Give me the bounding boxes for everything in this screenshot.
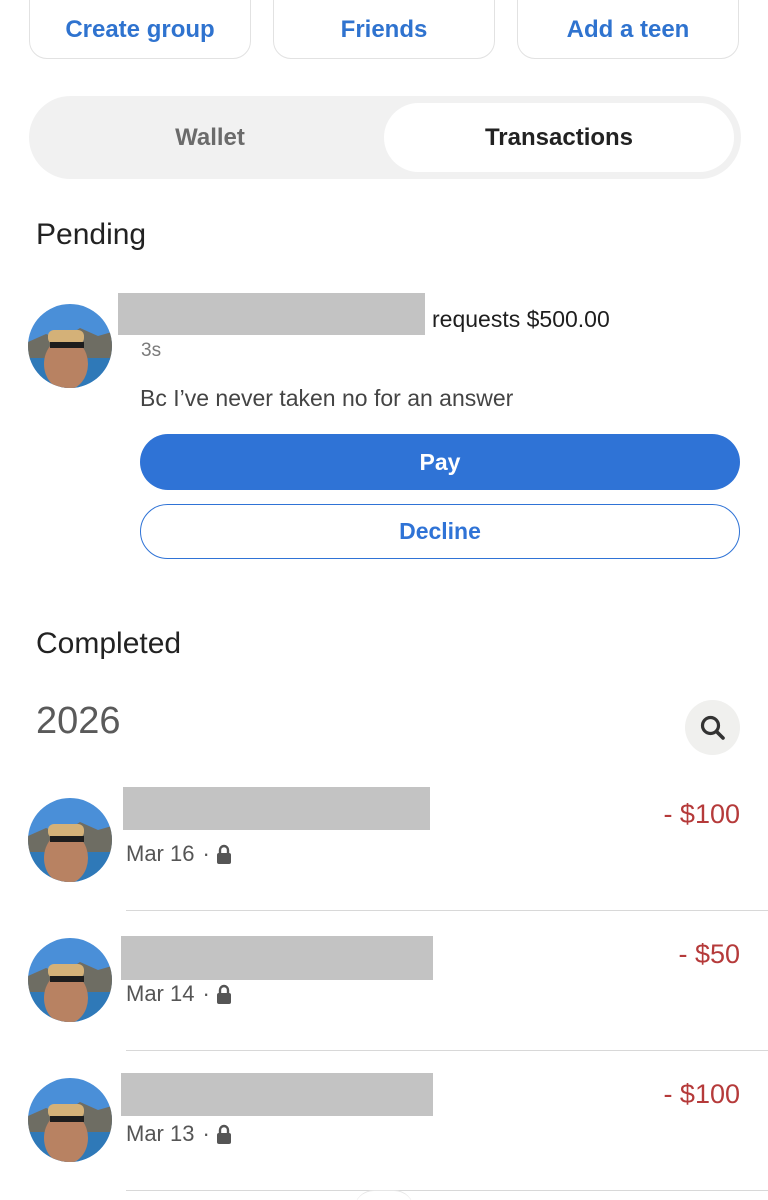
completed-title: Completed bbox=[36, 627, 182, 660]
lock-icon bbox=[216, 844, 231, 864]
avatar[interactable] bbox=[28, 304, 112, 388]
transaction-date: Mar 16 · bbox=[126, 841, 232, 867]
transaction-row[interactable]: Mar 14 · - $50 bbox=[0, 911, 768, 1051]
date-separator: · bbox=[202, 841, 210, 866]
lock-icon bbox=[216, 984, 231, 1004]
divider bbox=[126, 1189, 768, 1191]
tab-transactions[interactable]: Transactions bbox=[384, 103, 734, 172]
pending-title: Pending bbox=[36, 218, 147, 251]
add-teen-card[interactable]: Add a teen bbox=[517, 0, 739, 59]
date-separator: · bbox=[202, 981, 210, 1006]
search-button[interactable] bbox=[685, 700, 740, 755]
transaction-date: Mar 13 · bbox=[126, 1121, 232, 1147]
avatar-photo bbox=[28, 1078, 112, 1162]
friends-label: Friends bbox=[340, 16, 428, 43]
lock-icon bbox=[216, 1124, 231, 1144]
counterparty-name-redacted bbox=[121, 936, 433, 980]
date-text: Mar 13 bbox=[126, 1121, 195, 1146]
transaction-row[interactable]: Mar 16 · - $100 bbox=[0, 771, 768, 911]
add-teen-label: Add a teen bbox=[566, 16, 690, 43]
transaction-amount: - $100 bbox=[663, 799, 740, 829]
date-text: Mar 14 bbox=[126, 981, 195, 1006]
decline-button[interactable]: Decline bbox=[140, 504, 740, 559]
create-group-label: Create group bbox=[65, 16, 215, 43]
avatar bbox=[28, 1078, 112, 1162]
date-separator: · bbox=[202, 1121, 210, 1146]
transaction-amount: - $100 bbox=[663, 1079, 740, 1109]
avatar bbox=[28, 938, 112, 1022]
avatar-photo bbox=[28, 304, 112, 388]
avatar bbox=[28, 798, 112, 882]
friends-card[interactable]: Friends bbox=[273, 0, 495, 59]
transaction-date: Mar 14 · bbox=[126, 981, 232, 1007]
pay-button[interactable]: Pay bbox=[140, 434, 740, 490]
tab-wallet[interactable]: Wallet bbox=[37, 103, 383, 172]
requester-name-redacted bbox=[118, 293, 425, 335]
avatar-photo bbox=[28, 798, 112, 882]
date-text: Mar 16 bbox=[126, 841, 195, 866]
request-time: 3s bbox=[141, 340, 162, 361]
request-amount-text: requests $500.00 bbox=[432, 306, 610, 332]
transaction-amount: - $50 bbox=[678, 939, 740, 969]
search-icon bbox=[700, 715, 725, 740]
wallet-transactions-toggle: Wallet Transactions bbox=[29, 96, 741, 179]
year-heading: 2026 bbox=[36, 700, 121, 742]
counterparty-name-redacted bbox=[121, 1073, 433, 1116]
bottom-nav-edge bbox=[354, 1190, 414, 1200]
request-note: Bc I’ve never taken no for an answer bbox=[140, 385, 514, 411]
transaction-row[interactable]: Mar 13 · - $100 bbox=[0, 1051, 768, 1191]
counterparty-name-redacted bbox=[123, 787, 430, 830]
avatar-photo bbox=[28, 938, 112, 1022]
create-group-card[interactable]: Create group bbox=[29, 0, 251, 59]
